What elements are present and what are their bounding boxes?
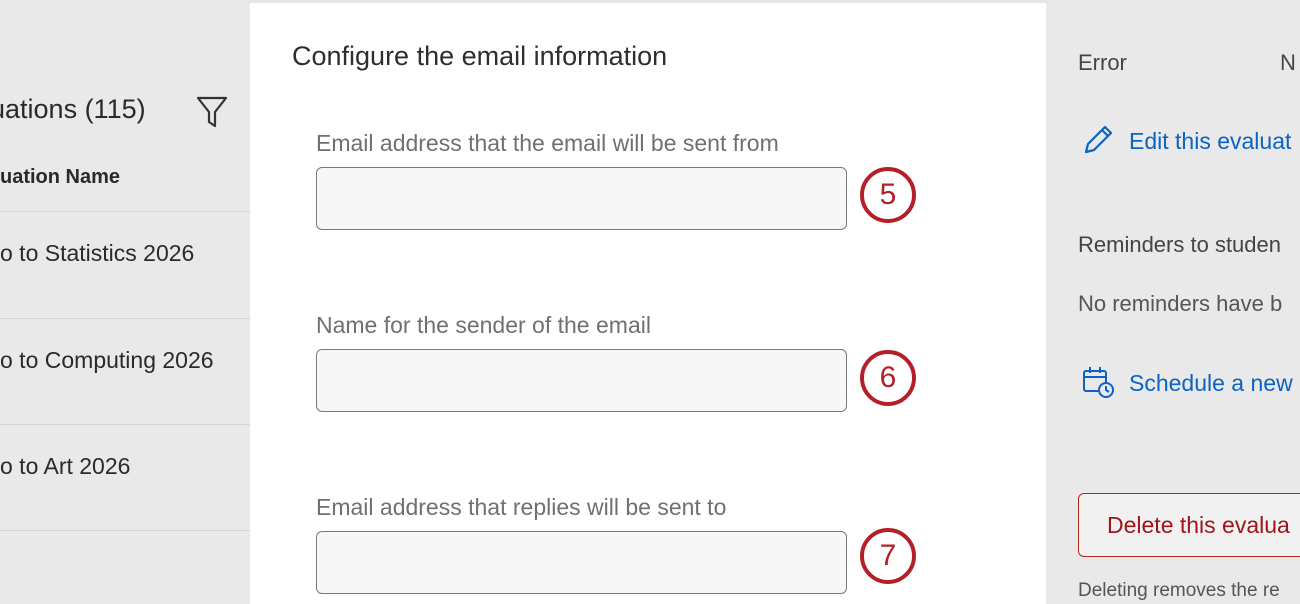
error-label: Error <box>1078 50 1127 75</box>
table-row[interactable]: o to Computing 2026 <box>0 318 250 424</box>
filter-icon[interactable] <box>195 94 229 130</box>
callout-badge: 7 <box>860 528 916 584</box>
modal-heading: Configure the email information <box>292 41 668 71</box>
schedule-reminder-link[interactable]: Schedule a new <box>1129 370 1293 397</box>
reminders-empty-text: No reminders have b <box>1078 291 1283 316</box>
evaluations-list-panel: uations (115) uation Name o to Statistic… <box>0 0 250 604</box>
error-value: N <box>1280 50 1296 75</box>
reply-to-email-input[interactable] <box>316 531 847 594</box>
pencil-icon[interactable] <box>1080 122 1116 158</box>
from-email-label: Email address that the email will be sen… <box>316 130 779 156</box>
sender-name-label: Name for the sender of the email <box>316 312 651 338</box>
delete-evaluation-button[interactable]: Delete this evalua <box>1078 493 1300 557</box>
evaluations-list-title: uations (115) <box>0 94 146 124</box>
sender-name-input[interactable] <box>316 349 847 412</box>
evaluation-name: o to Computing 2026 <box>0 347 214 373</box>
column-header-evaluation-name[interactable]: uation Name <box>0 166 120 189</box>
delete-note: Deleting removes the re <box>1078 580 1280 601</box>
row-divider <box>0 530 250 531</box>
reply-to-email-label: Email address that replies will be sent … <box>316 494 727 520</box>
table-row[interactable]: o to Art 2026 <box>0 424 250 530</box>
reminders-label: Reminders to studen <box>1078 232 1281 257</box>
table-row[interactable]: o to Statistics 2026 <box>0 211 250 317</box>
evaluation-name: o to Statistics 2026 <box>0 240 195 266</box>
evaluation-name: o to Art 2026 <box>0 453 131 479</box>
from-email-input[interactable] <box>316 167 847 230</box>
callout-badge: 6 <box>860 350 916 406</box>
calendar-clock-icon[interactable] <box>1080 364 1116 400</box>
edit-evaluation-link[interactable]: Edit this evaluat <box>1129 128 1291 155</box>
email-config-modal: Configure the email information Email ad… <box>250 0 1046 604</box>
callout-badge: 5 <box>860 167 916 223</box>
delete-evaluation-label: Delete this evalua <box>1107 512 1290 538</box>
